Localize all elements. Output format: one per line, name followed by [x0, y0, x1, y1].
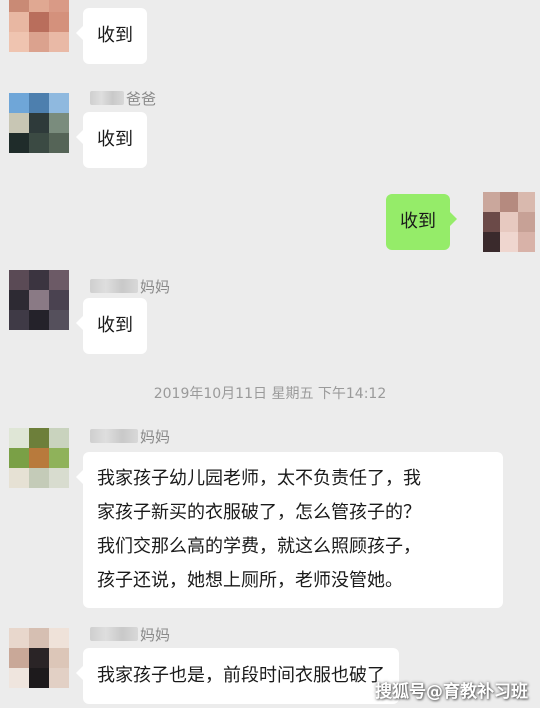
sender-name: 妈妈 [90, 426, 170, 447]
message-text: 收到 [400, 211, 436, 232]
sender-name: 妈妈 [90, 624, 170, 645]
avatar[interactable] [9, 428, 69, 488]
sender-name: 妈妈 [90, 276, 170, 297]
redacted-name [90, 91, 124, 105]
message-line: 孩子还说，她想上厕所，老师没管她。 [97, 570, 403, 591]
message-text: 收到 [97, 129, 133, 150]
message-line: 我们交那么高的学费，就这么照顾孩子， [97, 536, 421, 557]
sender-name: 爸爸 [90, 88, 156, 109]
message-text: 收到 [97, 315, 133, 336]
own-avatar[interactable] [483, 192, 535, 252]
redacted-name [90, 627, 138, 641]
redacted-name [90, 279, 138, 293]
message-text: 收到 [97, 25, 133, 46]
message-text: 我家孩子也是，前段时间衣服也破了 [97, 665, 385, 686]
message-bubble[interactable]: 收到 [76, 298, 147, 354]
message-bubble[interactable]: 我家孩子幼儿园老师，太不负责任了，我 家孩子新买的衣服破了，怎么管孩子的？ 我们… [76, 452, 503, 608]
chat-timestamp: 2019年10月11日 星期五 下午14:12 [153, 386, 387, 402]
message-line: 我家孩子幼儿园老师，太不负责任了，我 [97, 468, 421, 489]
message-bubble[interactable]: 收到 [76, 8, 147, 64]
avatar[interactable] [9, 0, 69, 52]
redacted-name [90, 429, 138, 443]
own-message-bubble[interactable]: 收到 [386, 194, 457, 250]
avatar[interactable] [9, 93, 69, 153]
avatar[interactable] [9, 628, 69, 688]
watermark: 搜狐号@育教补习班 [375, 682, 528, 702]
message-bubble[interactable]: 收到 [76, 112, 147, 168]
message-line: 家孩子新买的衣服破了，怎么管孩子的？ [97, 502, 421, 523]
avatar[interactable] [9, 270, 69, 330]
message-bubble[interactable]: 我家孩子也是，前段时间衣服也破了 [76, 648, 399, 704]
